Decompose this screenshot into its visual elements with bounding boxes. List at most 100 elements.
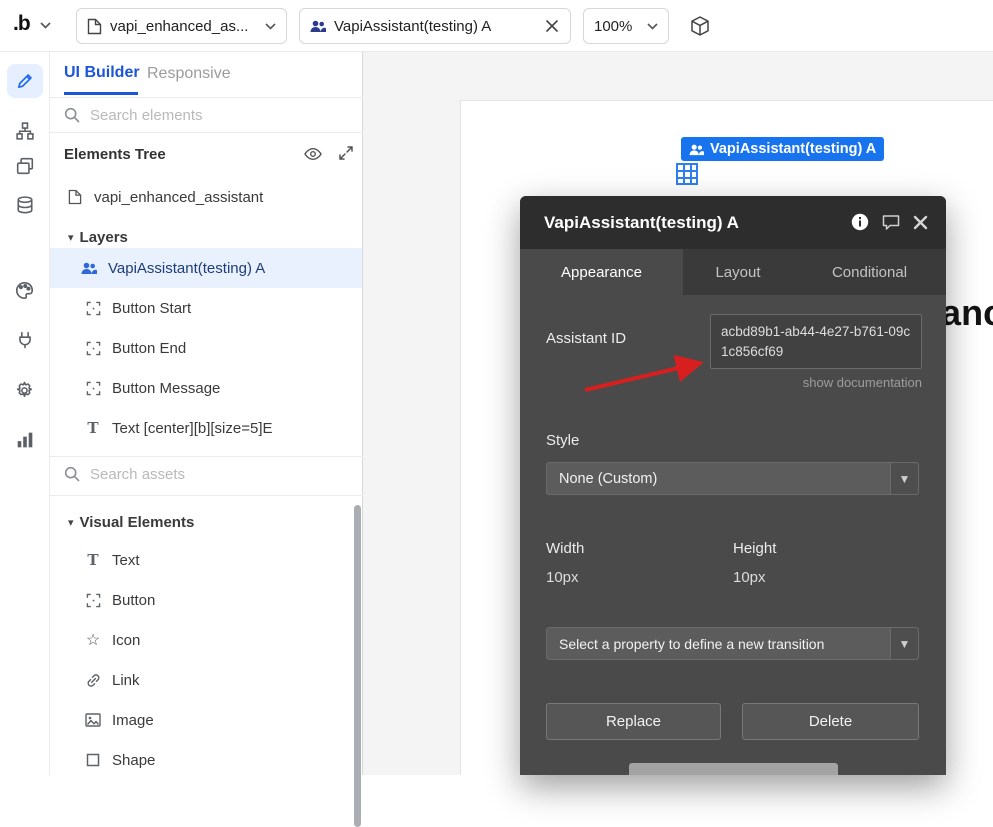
link-icon	[84, 673, 102, 688]
workflow-icon[interactable]	[7, 114, 43, 148]
chevron-down-icon: ▼	[890, 628, 918, 659]
users-icon	[310, 19, 326, 33]
element-selector-label: VapiAssistant(testing) A	[334, 18, 536, 35]
show-documentation-link[interactable]: show documentation	[803, 375, 922, 390]
asset-item-label: Image	[112, 712, 154, 729]
plugins-icon[interactable]	[7, 323, 43, 357]
transition-select[interactable]: Select a property to define a new transi…	[546, 627, 919, 660]
search-assets-placeholder: Search assets	[90, 466, 185, 483]
asset-item-label: Button	[112, 592, 155, 609]
page-icon	[87, 18, 102, 35]
delete-button[interactable]: Delete	[742, 703, 919, 740]
height-value[interactable]: 10px	[733, 569, 766, 586]
tab-ui-builder[interactable]: UI Builder	[64, 64, 140, 82]
eye-icon[interactable]	[304, 147, 322, 161]
logs-icon[interactable]	[7, 423, 43, 457]
layers-label: Layers	[80, 229, 128, 246]
elements-tree-title: Elements Tree	[64, 146, 166, 163]
close-icon[interactable]	[544, 20, 560, 32]
transition-select-value: Select a property to define a new transi…	[559, 636, 824, 652]
image-icon	[84, 713, 102, 727]
layer-item-button-start[interactable]: Button Start	[50, 288, 362, 328]
layer-item-vapiassistant[interactable]: VapiAssistant(testing) A	[50, 248, 362, 288]
layer-item-text[interactable]: T Text [center][b][size=5]E	[50, 408, 362, 448]
users-icon	[689, 143, 704, 156]
tab-responsive[interactable]: Responsive	[147, 65, 231, 83]
page-icon	[66, 189, 84, 205]
element-selector[interactable]: VapiAssistant(testing) A	[299, 8, 571, 44]
property-editor-tabs: Appearance Layout Conditional	[520, 249, 946, 295]
tab-layout[interactable]: Layout	[683, 249, 793, 295]
table-grid-icon[interactable]	[676, 163, 698, 185]
chevron-down-icon	[647, 23, 658, 30]
panel-scrollbar[interactable]	[354, 505, 361, 827]
info-icon[interactable]	[851, 213, 869, 231]
components-icon[interactable]	[7, 149, 43, 183]
caret-down-icon: ▾	[68, 231, 74, 244]
layer-item-label: Button Start	[112, 300, 191, 317]
visual-elements-toggle[interactable]: ▾ Visual Elements	[50, 502, 362, 542]
layer-item-label: Button Message	[112, 380, 220, 397]
assistant-id-label: Assistant ID	[546, 330, 626, 347]
design-pencil-icon[interactable]	[7, 64, 43, 98]
package-icon[interactable]	[689, 15, 711, 37]
button-icon	[84, 381, 102, 396]
asset-item-link[interactable]: Link	[50, 660, 362, 700]
bubble-logo[interactable]: .b	[13, 12, 30, 36]
zoom-value: 100%	[594, 18, 632, 35]
asset-item-image[interactable]: Image	[50, 700, 362, 740]
styles-icon[interactable]	[7, 273, 43, 307]
tree-root-label: vapi_enhanced_assistant	[94, 189, 263, 206]
width-label: Width	[546, 540, 584, 557]
comment-icon[interactable]	[882, 214, 900, 231]
asset-item-icon[interactable]: ☆ Icon	[50, 620, 362, 660]
chevron-down-icon[interactable]	[40, 22, 51, 29]
layer-item-label: Button End	[112, 340, 186, 357]
partial-element	[629, 763, 838, 775]
tab-appearance[interactable]: Appearance	[520, 249, 683, 295]
search-icon	[64, 466, 80, 482]
asset-item-label: Icon	[112, 632, 140, 649]
ui-builder-panel: UI Builder Responsive Search elements El…	[50, 52, 363, 775]
layer-item-button-end[interactable]: Button End	[50, 328, 362, 368]
asset-item-shape[interactable]: Shape	[50, 740, 362, 780]
page-selector[interactable]: vapi_enhanced_as...	[76, 8, 287, 44]
search-elements-input[interactable]: Search elements	[50, 98, 363, 132]
button-icon	[84, 593, 102, 608]
settings-icon[interactable]	[7, 373, 43, 407]
layer-item-button-message[interactable]: Button Message	[50, 368, 362, 408]
tab-ui-builder-underline	[64, 92, 138, 95]
page-selector-label: vapi_enhanced_as...	[110, 18, 257, 35]
asset-item-label: Text	[112, 552, 140, 569]
users-icon	[80, 261, 98, 275]
search-assets-input[interactable]: Search assets	[50, 457, 363, 491]
visual-elements-label: Visual Elements	[80, 514, 195, 531]
button-icon	[84, 301, 102, 316]
search-icon	[64, 107, 80, 123]
asset-item-label: Shape	[112, 752, 155, 769]
layer-item-label: Text [center][b][size=5]E	[112, 420, 273, 437]
width-value[interactable]: 10px	[546, 569, 579, 586]
replace-button[interactable]: Replace	[546, 703, 721, 740]
data-icon[interactable]	[7, 188, 43, 222]
tree-root-item[interactable]: vapi_enhanced_assistant	[50, 177, 362, 217]
selected-element-badge-label: VapiAssistant(testing) A	[710, 141, 876, 157]
star-icon: ☆	[84, 630, 102, 650]
expand-icon[interactable]	[338, 145, 354, 161]
chevron-down-icon	[265, 23, 276, 30]
height-label: Height	[733, 540, 776, 557]
asset-item-button[interactable]: Button	[50, 580, 362, 620]
tab-conditional[interactable]: Conditional	[793, 249, 946, 295]
asset-item-text[interactable]: T Text	[50, 540, 362, 580]
left-nav-rail	[0, 52, 50, 775]
chevron-down-icon: ▼	[890, 463, 918, 494]
button-icon	[84, 341, 102, 356]
asset-item-label: Link	[112, 672, 140, 689]
assistant-id-input[interactable]: acbd89b1-ab44-4e27-b761-09c1c856cf69	[710, 314, 922, 369]
style-select[interactable]: None (Custom) ▼	[546, 462, 919, 495]
property-editor-titlebar[interactable]: VapiAssistant(testing) A	[520, 196, 946, 249]
zoom-selector[interactable]: 100%	[583, 8, 669, 44]
close-icon[interactable]	[913, 215, 928, 230]
selected-element-badge[interactable]: VapiAssistant(testing) A	[681, 137, 884, 161]
text-icon: T	[84, 419, 102, 437]
